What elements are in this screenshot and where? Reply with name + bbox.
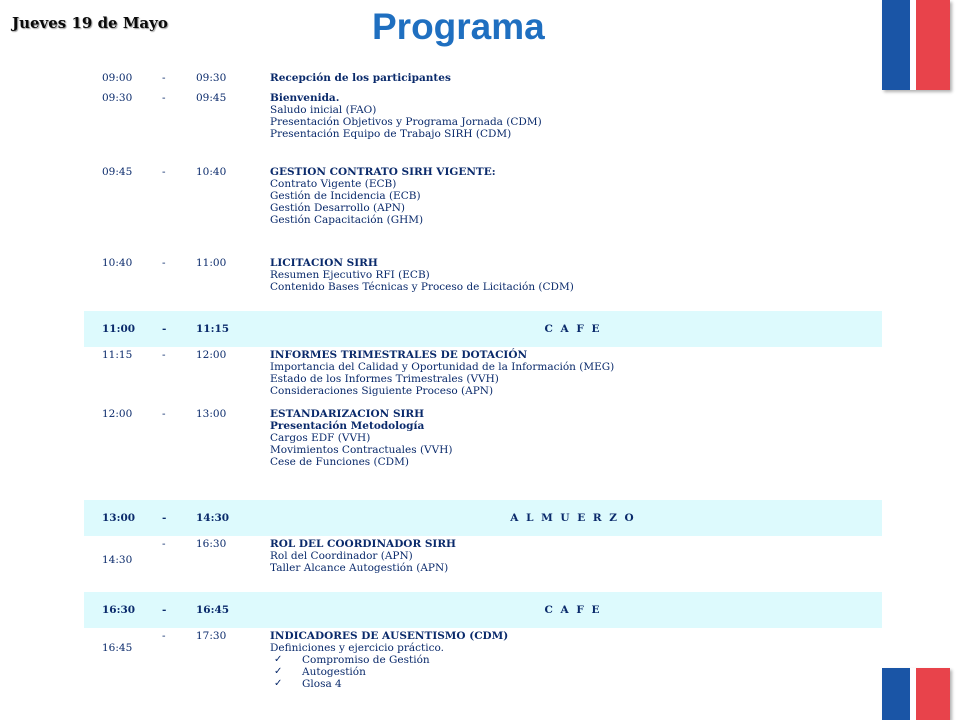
start-time: 16:30 [102, 604, 136, 616]
session-item: Estado de los Informes Trimestrales (VVH… [270, 373, 499, 385]
flag-bottom-decoration [882, 668, 950, 720]
session-heading: INFORMES TRIMESTRALES DE DOTACIÓN [270, 349, 528, 361]
page-title: Programa [372, 6, 545, 47]
start-time: 10:40 [102, 257, 133, 269]
start-time: 16:45 [102, 642, 133, 654]
time-separator: - [162, 604, 167, 616]
agenda-row: 14:30 - 16:30 ROL DEL COORDINADOR SIRH R… [84, 538, 882, 578]
session-item: Presentación Objetivos y Programa Jornad… [270, 116, 542, 128]
start-time: 09:30 [102, 92, 133, 104]
session-heading: Bienvenida. [270, 92, 340, 104]
session-item: Consideraciones Siguiente Proceso (APN) [270, 385, 494, 397]
start-time: 12:00 [102, 408, 133, 420]
session-item: Contrato Vigente (ECB) [270, 178, 397, 190]
session-item: Taller Alcance Autogestión (APN) [270, 562, 449, 574]
session-item: Importancia del Calidad y Oportunidad de… [270, 361, 615, 373]
end-time: 16:30 [196, 538, 227, 550]
time-separator: - [162, 630, 166, 642]
session-item: Gestión Desarrollo (APN) [270, 202, 406, 214]
session-heading: GESTION CONTRATO SIRH VIGENTE: [270, 166, 496, 178]
start-time: 11:00 [102, 323, 136, 335]
end-time: 13:00 [196, 408, 227, 420]
session-item: Saludo inicial (FAO) [270, 104, 377, 116]
end-time: 09:30 [196, 72, 227, 84]
session-heading: ESTANDARIZACION SIRH [270, 408, 425, 420]
session-item: Movimientos Contractuales (VVH) [270, 444, 453, 456]
break-row: 13:00 - 14:30 A L M U E R Z O [84, 500, 882, 536]
break-label: C A F E [544, 323, 602, 335]
checklist-item: Autogestión [270, 666, 870, 678]
break-row: 16:30 - 16:45 C A F E [84, 592, 882, 628]
session-heading: LICITACION SIRH [270, 257, 378, 269]
session-item: Rol del Coordinador (APN) [270, 550, 413, 562]
time-separator: - [162, 92, 166, 104]
session-item: Definiciones y ejercicio práctico. [270, 642, 444, 654]
start-time: 09:00 [102, 72, 133, 84]
time-separator: - [162, 512, 167, 524]
session-heading: Recepción de los participantes [270, 72, 451, 84]
session-item: Cargos EDF (VVH) [270, 432, 371, 444]
lunch-label: A L M U E R Z O [510, 512, 636, 524]
start-time: 13:00 [102, 512, 136, 524]
end-time: 09:45 [196, 92, 227, 104]
checklist-item: Glosa 4 [270, 678, 870, 690]
break-row: 11:00 - 11:15 C A F E [84, 311, 882, 347]
start-time: 11:15 [102, 349, 133, 361]
session-heading: INDICADORES DE AUSENTISMO (CDM) [270, 630, 509, 642]
time-separator: - [162, 408, 166, 420]
end-time: 11:15 [196, 323, 230, 335]
time-separator: - [162, 257, 166, 269]
time-separator: - [162, 538, 166, 550]
checklist-item: Compromiso de Gestión [270, 654, 870, 666]
start-time: 09:45 [102, 166, 133, 178]
time-separator: - [162, 323, 167, 335]
time-separator: - [162, 349, 166, 361]
break-label: C A F E [544, 604, 602, 616]
time-separator: - [162, 166, 166, 178]
end-time: 17:30 [196, 630, 227, 642]
agenda-row: 16:45 - 17:30 INDICADORES DE AUSENTISMO … [84, 630, 882, 710]
session-item: Presentación Equipo de Trabajo SIRH (CDM… [270, 128, 512, 140]
session-item: Cese de Funciones (CDM) [270, 456, 409, 468]
session-subheading: Presentación Metodología [270, 420, 425, 432]
end-time: 14:30 [196, 512, 230, 524]
flag-top-decoration [882, 0, 950, 90]
end-time: 12:00 [196, 349, 227, 361]
end-time: 11:00 [196, 257, 227, 269]
session-item: Resumen Ejecutivo RFI (ECB) [270, 269, 430, 281]
session-heading: ROL DEL COORDINADOR SIRH [270, 538, 456, 550]
session-item: Contenido Bases Técnicas y Proceso de Li… [270, 281, 574, 293]
session-item: Gestión Capacitación (GHM) [270, 214, 424, 226]
end-time: 16:45 [196, 604, 230, 616]
time-separator: - [162, 72, 166, 84]
end-time: 10:40 [196, 166, 227, 178]
session-item: Gestión de Incidencia (ECB) [270, 190, 421, 202]
date-label: Jueves 19 de Mayo [12, 14, 168, 32]
start-time: 14:30 [102, 554, 133, 566]
